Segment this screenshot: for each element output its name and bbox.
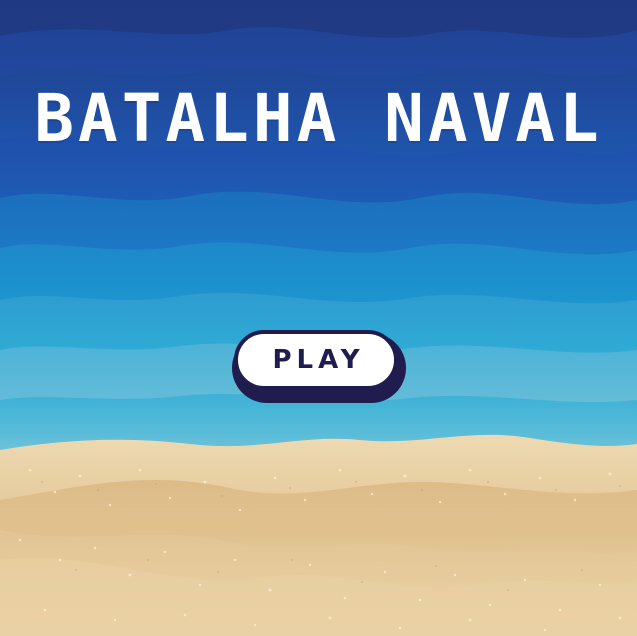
play-button[interactable]: PLAY [234, 330, 398, 390]
wave-band [0, 242, 637, 304]
game-title: BATALHA NAVAL [34, 80, 603, 157]
game-screen: BATALHA NAVAL PLAY [0, 0, 637, 636]
wave-band [0, 191, 637, 255]
